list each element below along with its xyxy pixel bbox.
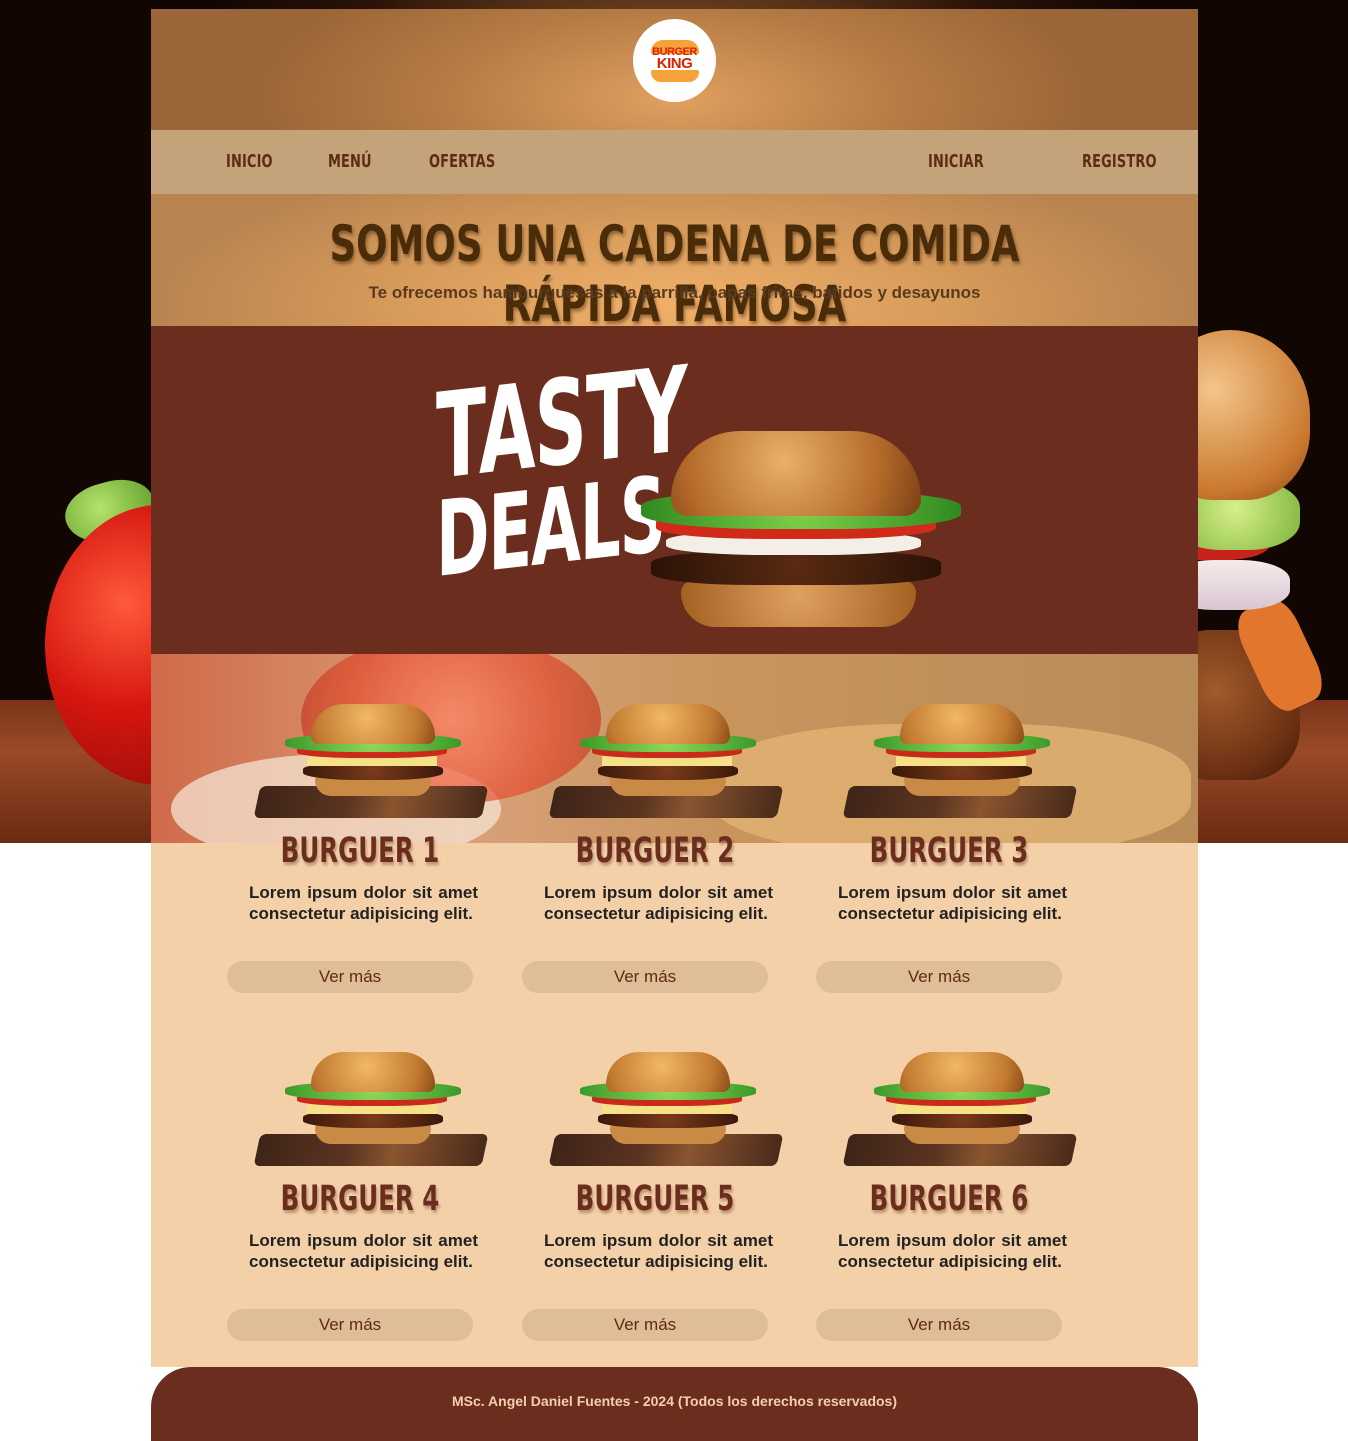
burger-bun-top [311,704,435,744]
product-title: BURGUER 1 [280,831,440,871]
nav-link-inicio[interactable]: INICIO [226,150,273,174]
page-container: BURGER KING INICIO MENÚ OFERTAS INICIAR … [151,9,1198,1441]
product-description: Lorem ipsum dolor sit amet consectetur a… [249,1231,478,1271]
footer: MSc. Angel Daniel Fuentes - 2024 (Todos … [151,1367,1198,1441]
tasty-deals-banner: TASTY DEALS [151,326,1198,654]
ver-mas-button[interactable]: Ver más [816,961,1062,993]
product-description: Lorem ipsum dolor sit amet consectetur a… [838,883,1067,923]
ver-mas-button[interactable]: Ver más [522,1309,768,1341]
burger-image [548,704,784,822]
product-card-5: BURGUER 5 Lorem ipsum dolor sit amet con… [522,1052,784,1352]
hero-section: SOMOS UNA CADENA DE COMIDA RÁPIDA FAMOSA… [151,194,1198,333]
logo-text: BURGER KING [649,46,701,72]
banner-burger-image [626,431,966,631]
main-navigation: INICIO MENÚ OFERTAS INICIAR REGISTRO [151,130,1198,194]
burger-image [253,1052,489,1170]
ver-mas-button[interactable]: Ver más [816,1309,1062,1341]
burger-bun-top [900,704,1024,744]
product-title: BURGUER 5 [575,1179,735,1219]
product-card-3: BURGUER 3 Lorem ipsum dolor sit amet con… [816,704,1078,1004]
product-description: Lorem ipsum dolor sit amet consectetur a… [249,883,478,923]
product-card-1: BURGUER 1 Lorem ipsum dolor sit amet con… [227,704,489,1004]
nav-link-iniciar[interactable]: INICIAR [928,150,984,174]
product-card-4: BURGUER 4 Lorem ipsum dolor sit amet con… [227,1052,489,1352]
burger-image [253,704,489,822]
hero-subtitle: Te ofrecemos hamburguesas a la parrilla,… [368,283,981,302]
nav-link-registro[interactable]: REGISTRO [1082,150,1157,174]
product-card-6: BURGUER 6 Lorem ipsum dolor sit amet con… [816,1052,1078,1352]
product-title: BURGUER 3 [869,831,1029,871]
banner-burger-bun-bottom [681,581,916,627]
burger-bun-top [900,1052,1024,1092]
banner-burger-patty [651,551,941,585]
ver-mas-button[interactable]: Ver más [522,961,768,993]
burger-image [842,704,1078,822]
burger-image [842,1052,1078,1170]
product-description: Lorem ipsum dolor sit amet consectetur a… [838,1231,1067,1271]
nav-link-ofertas[interactable]: OFERTAS [429,150,495,174]
hero-title: SOMOS UNA CADENA DE COMIDA RÁPIDA FAMOSA [329,215,1020,333]
product-title: BURGUER 4 [280,1179,440,1219]
burger-bun-top [606,1052,730,1092]
ver-mas-button[interactable]: Ver más [227,961,473,993]
product-description: Lorem ipsum dolor sit amet consectetur a… [544,1231,773,1271]
burger-image [548,1052,784,1170]
logo-text-line2: KING [656,54,693,72]
header: BURGER KING [151,9,1198,130]
ver-mas-button[interactable]: Ver más [227,1309,473,1341]
product-title: BURGUER 2 [575,831,735,871]
burger-king-logo[interactable]: BURGER KING [633,19,716,102]
burger-bun-top [311,1052,435,1092]
footer-copyright: MSc. Angel Daniel Fuentes - 2024 (Todos … [451,1393,898,1409]
burger-bun-top [606,704,730,744]
product-card-2: BURGUER 2 Lorem ipsum dolor sit amet con… [522,704,784,1004]
product-title: BURGUER 6 [869,1179,1029,1219]
nav-link-menu[interactable]: MENÚ [328,150,372,174]
banner-burger-bun-top [671,431,921,516]
logo-icon: BURGER KING [649,39,701,82]
product-description: Lorem ipsum dolor sit amet consectetur a… [544,883,773,923]
